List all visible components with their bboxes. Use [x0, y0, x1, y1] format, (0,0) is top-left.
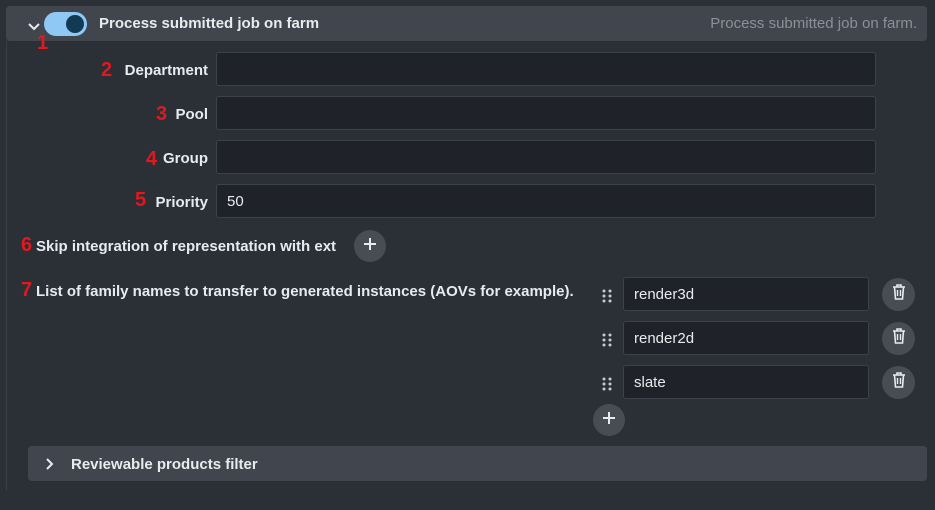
skip-integration-label: Skip integration of representation with … [36, 238, 337, 255]
family-list-label: List of family names to transfer to gene… [36, 283, 574, 300]
trash-icon [892, 372, 906, 393]
add-family-item-button[interactable] [593, 404, 625, 436]
marker-6: 6 [21, 234, 33, 256]
trash-icon [892, 328, 906, 349]
section-indent-line [6, 41, 7, 491]
marker-7: 7 [21, 279, 33, 301]
drag-handle-icon[interactable] [601, 332, 613, 348]
plus-icon [602, 411, 616, 430]
family-item-field[interactable]: render2d [623, 321, 869, 355]
drag-handle-icon[interactable] [601, 376, 613, 392]
reviewable-products-section[interactable]: Reviewable products filter [28, 446, 927, 481]
department-field[interactable] [216, 52, 876, 86]
group-label: Group [163, 150, 208, 167]
header-description: Process submitted job on farm. [710, 15, 917, 32]
group-field[interactable] [216, 140, 876, 174]
department-label: Department [124, 62, 208, 79]
delete-family-item-button[interactable] [882, 322, 915, 355]
plus-icon [363, 237, 377, 256]
pool-field[interactable] [216, 96, 876, 130]
trash-icon [892, 284, 906, 305]
priority-label: Priority [155, 194, 208, 211]
marker-1: 1 [37, 32, 49, 54]
add-skip-integration-button[interactable] [354, 230, 386, 262]
family-item-field[interactable]: slate [623, 365, 869, 399]
delete-family-item-button[interactable] [882, 278, 915, 311]
section-title: Reviewable products filter [71, 456, 258, 473]
toggle-knob [66, 15, 84, 33]
header-title: Process submitted job on farm [99, 15, 320, 32]
drag-handle-icon[interactable] [601, 288, 613, 304]
chevron-right-icon[interactable] [46, 457, 58, 471]
priority-field[interactable]: 50 [216, 184, 876, 218]
delete-family-item-button[interactable] [882, 366, 915, 399]
marker-2: 2 [101, 59, 113, 81]
pool-label: Pool [175, 106, 209, 123]
enable-toggle[interactable] [44, 12, 87, 36]
family-item-field[interactable]: render3d [623, 277, 869, 311]
